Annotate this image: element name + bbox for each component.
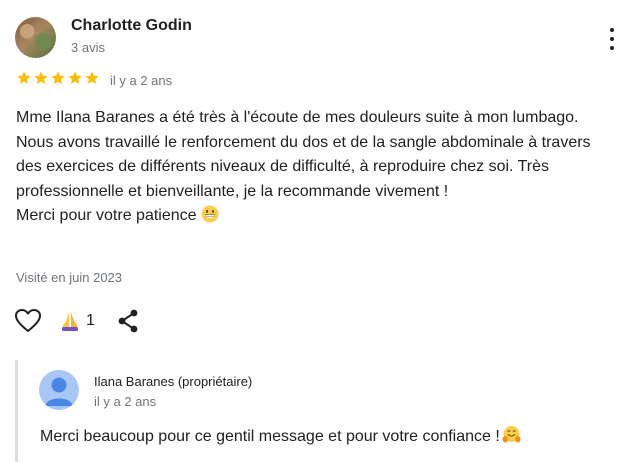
star-icon [85,71,99,84]
review-time: il y a 2 ans [110,73,173,88]
owner-reply-text: Merci beaucoup pour ce gentil message et… [40,425,521,446]
star-icon [17,71,31,84]
reviewer-review-count: 3 avis [71,40,105,55]
owner-name[interactable]: Ilana Baranes (propriétaire) [94,374,252,389]
more-options-button[interactable] [602,26,622,52]
owner-reply-time: il y a 2 ans [94,394,157,409]
hugging-face-emoji-icon [502,426,521,443]
reviewer-name[interactable]: Charlotte Godin [71,17,192,35]
thanks-count: 1 [86,312,95,329]
visited-date: Visité en juin 2023 [16,270,123,285]
star-icon [51,71,65,84]
default-avatar-icon [45,377,73,406]
folded-hands-icon [62,312,78,331]
like-button[interactable] [14,308,42,334]
star-icon [68,71,82,84]
owner-reply-text-label: Merci beaucoup pour ce gentil message et… [40,428,500,445]
share-icon [118,309,138,333]
grinning-face-emoji-icon [201,205,219,223]
review-text: Mme Ilana Baranes a été très à l'écoute … [16,106,616,229]
owner-avatar[interactable] [39,370,79,410]
more-vert-icon-dot [610,28,614,32]
owner-reply: Ilana Baranes (propriétaire) il y a 2 an… [15,360,628,462]
star-rating [16,70,100,86]
review-text-closing-label: Merci pour votre patience [16,207,197,224]
share-button[interactable] [116,308,140,334]
thanks-reaction-button[interactable]: 1 [60,308,95,334]
star-icon [34,71,48,84]
heart-outline-icon [15,309,41,332]
review-text-closing: Merci pour votre patience [16,204,616,229]
more-vert-icon-dot [610,37,614,41]
reviewer-avatar[interactable] [15,17,56,58]
more-vert-icon-dot [610,46,614,50]
review-text-body: Mme Ilana Baranes a été très à l'écoute … [16,109,591,200]
